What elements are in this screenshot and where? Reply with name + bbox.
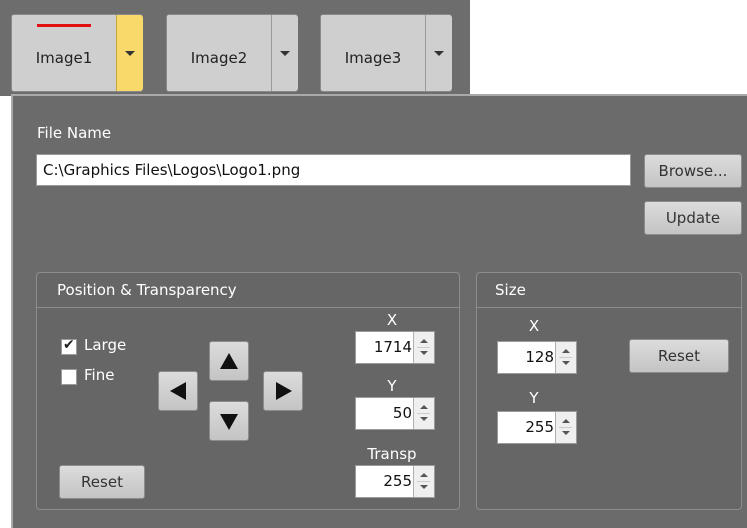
spin-up-icon[interactable] bbox=[420, 339, 428, 343]
spin-down-icon[interactable] bbox=[420, 485, 428, 489]
file-name-input[interactable]: C:\Graphics Files\Logos\Logo1.png bbox=[36, 154, 631, 186]
fine-checkbox[interactable] bbox=[61, 369, 77, 385]
position-x-spin-buttons[interactable] bbox=[413, 332, 434, 363]
position-y-value: 50 bbox=[392, 404, 412, 422]
size-y-value: 255 bbox=[525, 418, 554, 436]
tab-image2[interactable]: Image2 bbox=[166, 14, 298, 92]
position-reset-button[interactable]: Reset bbox=[59, 465, 145, 499]
move-right-button[interactable] bbox=[263, 371, 303, 411]
browse-button[interactable]: Browse... bbox=[644, 154, 742, 188]
transparency-value: 255 bbox=[383, 472, 412, 490]
tab-image1-dropdown[interactable] bbox=[116, 15, 143, 91]
size-title: Size bbox=[495, 281, 526, 299]
update-button[interactable]: Update bbox=[644, 201, 742, 235]
position-transparency-header: Position & Transparency bbox=[37, 273, 459, 308]
spin-down-icon[interactable] bbox=[562, 431, 570, 435]
size-x-spin-buttons[interactable] bbox=[555, 342, 576, 373]
move-up-button[interactable] bbox=[209, 341, 249, 381]
size-y-spinner[interactable]: 255 bbox=[497, 411, 577, 444]
spin-down-icon[interactable] bbox=[420, 417, 428, 421]
spin-down-icon[interactable] bbox=[562, 361, 570, 365]
file-name-label: File Name bbox=[37, 124, 112, 142]
size-x-label: X bbox=[528, 317, 540, 335]
large-label: Large bbox=[84, 336, 127, 354]
tab-image3[interactable]: Image3 bbox=[320, 14, 452, 92]
fine-label: Fine bbox=[84, 366, 115, 384]
transparency-spin-buttons[interactable] bbox=[413, 466, 434, 497]
spin-up-icon[interactable] bbox=[562, 349, 570, 353]
checkmark-icon: ✔ bbox=[63, 337, 75, 353]
transparency-label: Transp bbox=[367, 445, 417, 463]
spin-up-icon[interactable] bbox=[420, 473, 428, 477]
tab-image1-label: Image1 bbox=[35, 49, 93, 67]
large-checkbox[interactable]: ✔ bbox=[61, 337, 77, 355]
image-settings-panel: File Name C:\Graphics Files\Logos\Logo1.… bbox=[11, 94, 747, 528]
arrow-left-icon bbox=[170, 382, 186, 400]
spin-divider bbox=[417, 413, 430, 414]
arrow-down-icon bbox=[220, 414, 238, 430]
tab-image3-label: Image3 bbox=[344, 49, 402, 67]
position-y-spin-buttons[interactable] bbox=[413, 398, 434, 429]
size-header: Size bbox=[477, 273, 741, 308]
tab-image2-label: Image2 bbox=[190, 49, 248, 67]
position-transparency-title: Position & Transparency bbox=[57, 281, 237, 299]
size-x-value: 128 bbox=[525, 348, 554, 366]
size-y-label: Y bbox=[529, 389, 539, 407]
chevron-down-icon bbox=[125, 51, 135, 56]
position-y-label: Y bbox=[387, 377, 397, 395]
position-transparency-group: Position & Transparency ✔ Large Fine X 1… bbox=[36, 272, 460, 510]
tab-strip: Image1 Image2 Image3 bbox=[0, 0, 470, 96]
tab-image3-dropdown[interactable] bbox=[425, 15, 452, 91]
spin-divider bbox=[417, 481, 430, 482]
size-reset-button[interactable]: Reset bbox=[629, 339, 729, 373]
position-x-spinner[interactable]: 1714 bbox=[355, 331, 435, 364]
tab-image1[interactable]: Image1 bbox=[11, 14, 143, 92]
size-x-spinner[interactable]: 128 bbox=[497, 341, 577, 374]
chevron-down-icon bbox=[280, 51, 290, 56]
active-tab-indicator bbox=[37, 24, 91, 27]
spin-up-icon[interactable] bbox=[420, 405, 428, 409]
size-y-spin-buttons[interactable] bbox=[555, 412, 576, 443]
position-x-label: X bbox=[386, 311, 398, 329]
spin-down-icon[interactable] bbox=[420, 351, 428, 355]
move-left-button[interactable] bbox=[158, 371, 198, 411]
transparency-spinner[interactable]: 255 bbox=[355, 465, 435, 498]
arrow-right-icon bbox=[276, 382, 292, 400]
tab-image2-dropdown[interactable] bbox=[271, 15, 298, 91]
size-group: Size X 128 Y 255 Reset bbox=[476, 272, 742, 510]
spin-up-icon[interactable] bbox=[562, 419, 570, 423]
spin-divider bbox=[417, 347, 430, 348]
position-x-value: 1714 bbox=[373, 338, 412, 356]
chevron-down-icon bbox=[434, 51, 444, 56]
spin-divider bbox=[559, 357, 572, 358]
spin-divider bbox=[559, 427, 572, 428]
arrow-up-icon bbox=[220, 353, 238, 369]
position-y-spinner[interactable]: 50 bbox=[355, 397, 435, 430]
move-down-button[interactable] bbox=[209, 401, 249, 441]
